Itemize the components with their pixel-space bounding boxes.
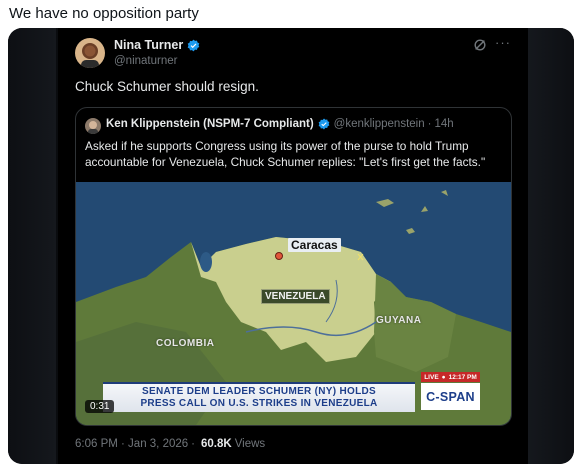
map-label-colombia: COLOMBIA [156, 338, 215, 349]
lower-third-line-2: PRESS CALL ON U.S. STRIKES IN VENEZUELA [140, 398, 378, 409]
video-player[interactable]: Caracas VENEZUELA COLOMBIA GUYANA SENATE… [76, 182, 511, 425]
quote-author-name[interactable]: Ken Klippenstein (NSPM-7 Compliant) [106, 118, 314, 130]
more-icon[interactable]: ··· [495, 35, 511, 50]
tweet-timestamp[interactable]: 6:06 PM · Jan 3, 2026 [75, 438, 188, 450]
quoted-tweet[interactable]: Ken Klippenstein (NSPM-7 Compliant) @ken… [75, 107, 512, 426]
live-badge: LIVE ● 12:17 PM [421, 372, 480, 382]
live-dot-icon: ● [441, 373, 446, 381]
quote-text: Asked if he supports Congress using its … [85, 139, 486, 169]
quote-author-avatar[interactable] [85, 118, 101, 134]
post-caption: We have no opposition party [9, 5, 199, 22]
quote-author-handle[interactable]: @kenklippenstein [334, 118, 425, 130]
author-name[interactable]: Nina Turner [114, 38, 200, 52]
tweet-footer: 6:06 PM · Jan 3, 2026 · 60.8K Views [75, 438, 265, 450]
verified-badge-icon [318, 118, 330, 130]
embedded-media[interactable]: Nina Turner @ninaturner ··· Chuck Schume… [8, 28, 574, 464]
views-count: 60.8K [201, 438, 232, 450]
quote-header: Ken Klippenstein (NSPM-7 Compliant) @ken… [106, 118, 454, 130]
tweet-card[interactable]: Nina Turner @ninaturner ··· Chuck Schume… [58, 28, 528, 464]
live-time: 12:17 PM [448, 373, 477, 381]
author-avatar[interactable] [75, 38, 105, 68]
author-name-text[interactable]: Nina Turner [114, 38, 183, 52]
map-label-guyana: GUYANA [376, 315, 422, 326]
map-label-caracas: Caracas [288, 238, 341, 252]
network-logo: C-SPAN [421, 383, 480, 410]
map-label-venezuela: VENEZUELA [261, 289, 330, 304]
author-handle[interactable]: @ninaturner [114, 55, 177, 67]
quote-time[interactable]: 14h [434, 118, 453, 130]
lower-third-line-1: SENATE DEM LEADER SCHUMER (NY) HOLDS [142, 386, 376, 397]
views-label: Views [234, 438, 266, 450]
separator: · [191, 438, 195, 450]
live-label: LIVE [424, 373, 439, 381]
separator: · [427, 118, 432, 130]
tweet-text: Chuck Schumer should resign. [75, 79, 259, 94]
video-duration: 0:31 [85, 400, 115, 413]
verified-badge-icon [187, 39, 200, 51]
grok-icon[interactable] [473, 38, 487, 52]
news-lower-third: SENATE DEM LEADER SCHUMER (NY) HOLDS PRE… [103, 382, 415, 412]
